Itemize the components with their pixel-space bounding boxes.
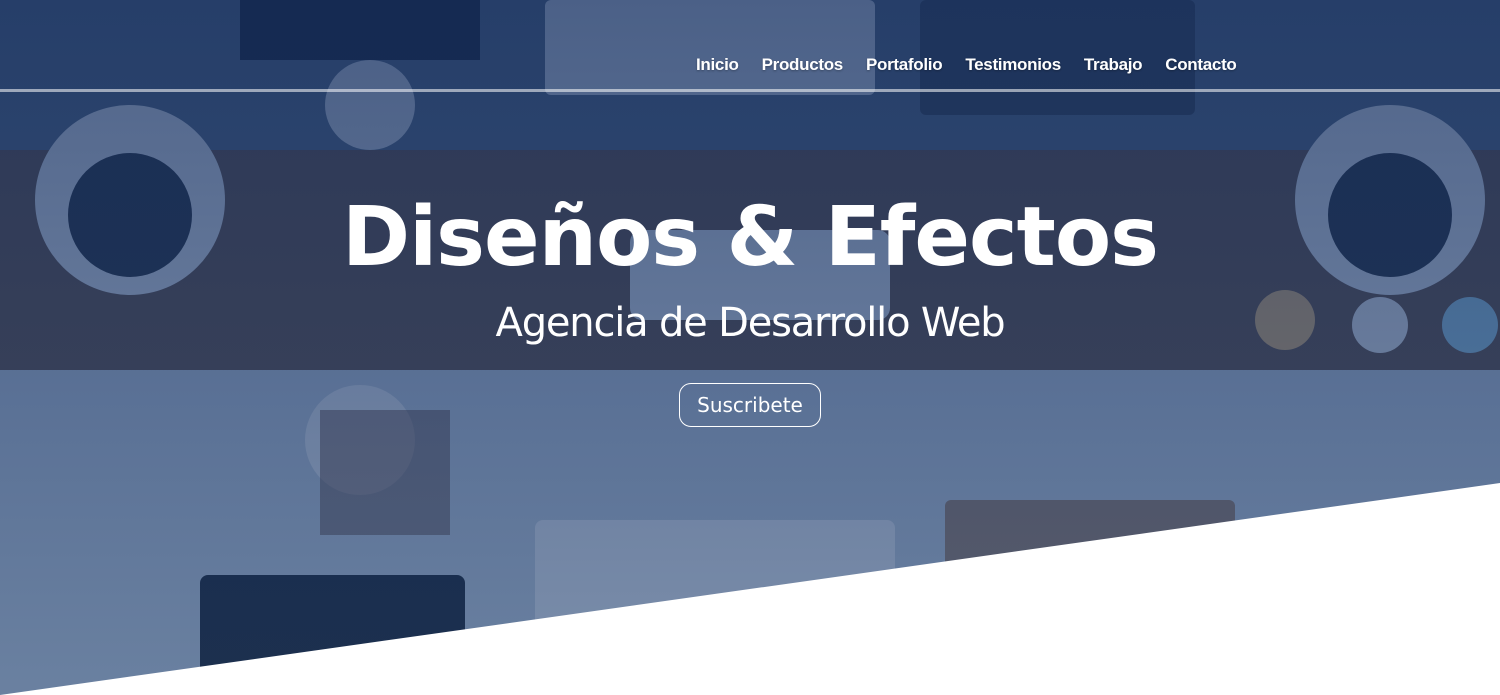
- nav-item-trabajo[interactable]: Trabajo: [1084, 55, 1143, 75]
- nav-item-productos[interactable]: Productos: [762, 55, 844, 75]
- nav-item-portafolio[interactable]: Portafolio: [866, 55, 943, 75]
- nav-item-inicio[interactable]: Inicio: [696, 55, 739, 75]
- nav-divider-line: [0, 89, 1500, 92]
- top-navigation: Inicio Productos Portafolio Testimonios …: [0, 0, 1500, 92]
- nav-item-contacto[interactable]: Contacto: [1165, 55, 1237, 75]
- nav-item-testimonios[interactable]: Testimonios: [965, 55, 1061, 75]
- hero-content: Diseños & Efectos Agencia de Desarrollo …: [0, 190, 1500, 427]
- hero-title: Diseños & Efectos: [342, 190, 1159, 285]
- subscribe-button[interactable]: Suscribete: [679, 383, 821, 427]
- hero-section: Inicio Productos Portafolio Testimonios …: [0, 0, 1500, 695]
- hero-subtitle: Agencia de Desarrollo Web: [495, 300, 1006, 346]
- nav-menu: Inicio Productos Portafolio Testimonios …: [696, 55, 1260, 75]
